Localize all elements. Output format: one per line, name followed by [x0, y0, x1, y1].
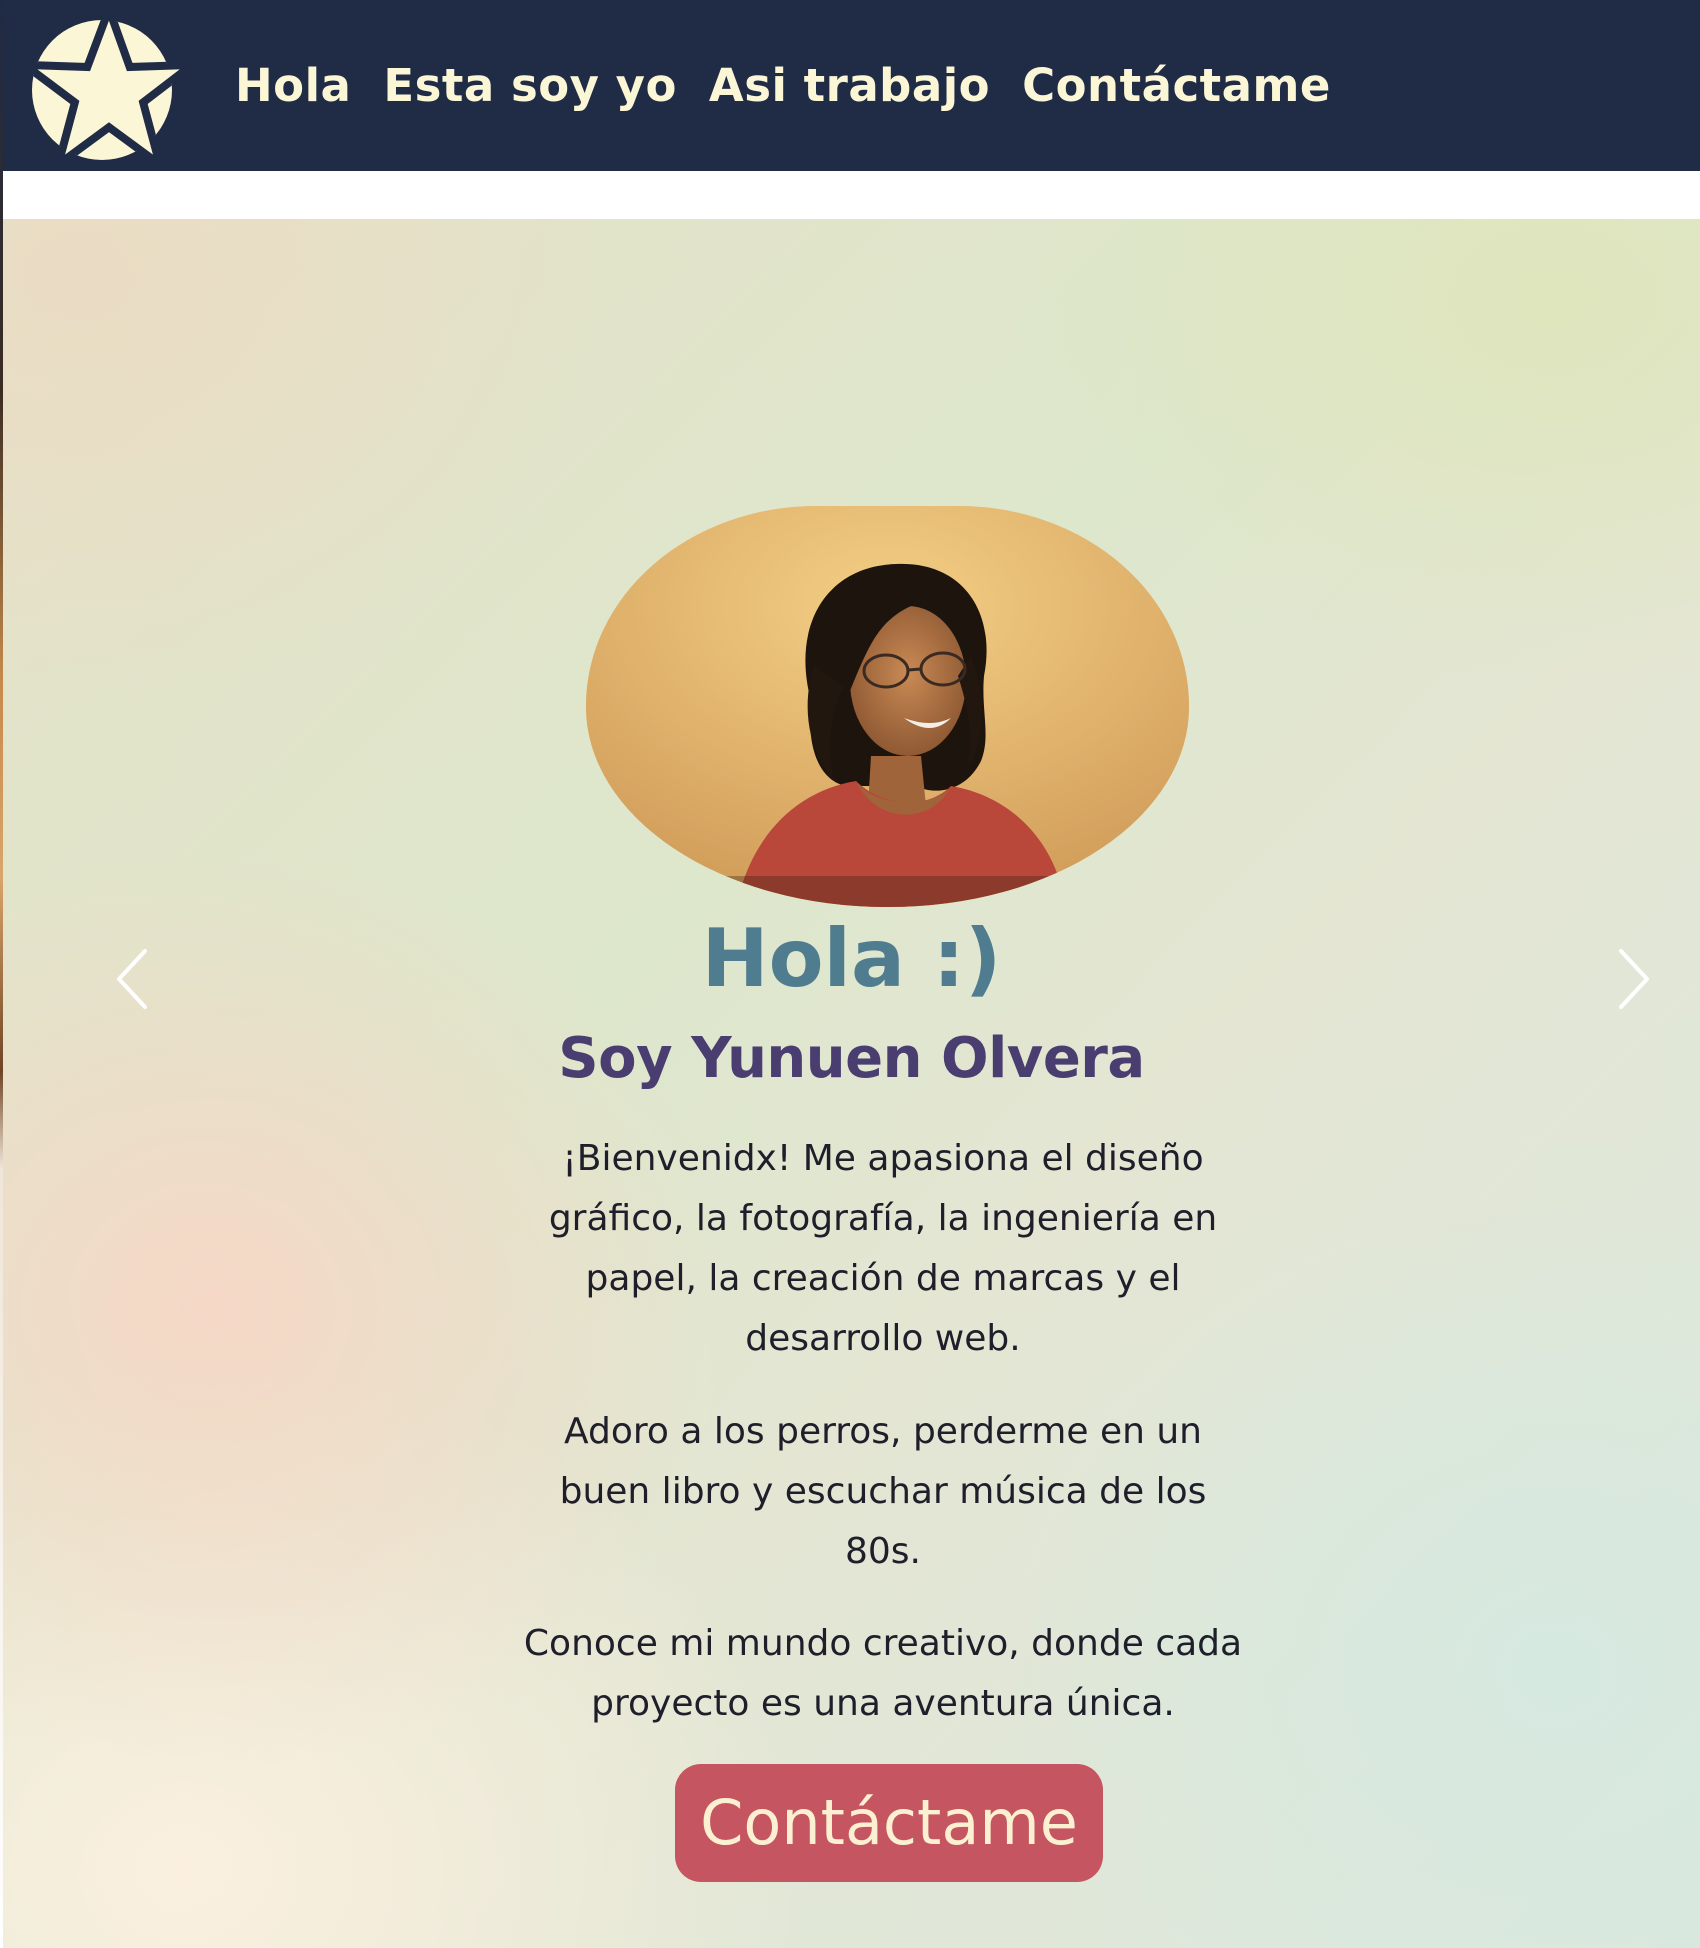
intro-paragraph-2: Adoro a los perros, perderme en un buen …	[559, 1411, 1207, 1572]
contact-button[interactable]: Contáctame	[675, 1764, 1103, 1882]
star-logo-icon[interactable]	[18, 3, 199, 170]
intro-paragraph-3: Conoce mi mundo creativo, donde cada pro…	[523, 1623, 1243, 1724]
hero-carousel: Hola :) Soy Yunuen Olvera ¡Bienvenidx! M…	[3, 219, 1700, 1948]
nav-link-hola[interactable]: Hola	[235, 50, 351, 122]
profile-photo	[586, 506, 1189, 907]
navbar: Hola Esta soy yo Asi trabajo Contáctame	[2, 0, 1700, 171]
nav-link-asi-trabajo[interactable]: Asi trabajo	[709, 50, 990, 122]
page-edge	[0, 0, 3, 1948]
nav-link-contactame[interactable]: Contáctame	[1022, 50, 1331, 122]
intro-paragraph-1: ¡Bienvenidx! Me apasiona el diseño gráfi…	[548, 1138, 1218, 1359]
nav-link-esta-soy-yo[interactable]: Esta soy yo	[383, 50, 677, 122]
main-nav: Hola Esta soy yo Asi trabajo Contáctame	[235, 50, 1331, 122]
hero-subtitle: Soy Yunuen Olvera	[558, 1026, 1145, 1091]
hero-title: Hola :)	[701, 912, 1002, 1005]
